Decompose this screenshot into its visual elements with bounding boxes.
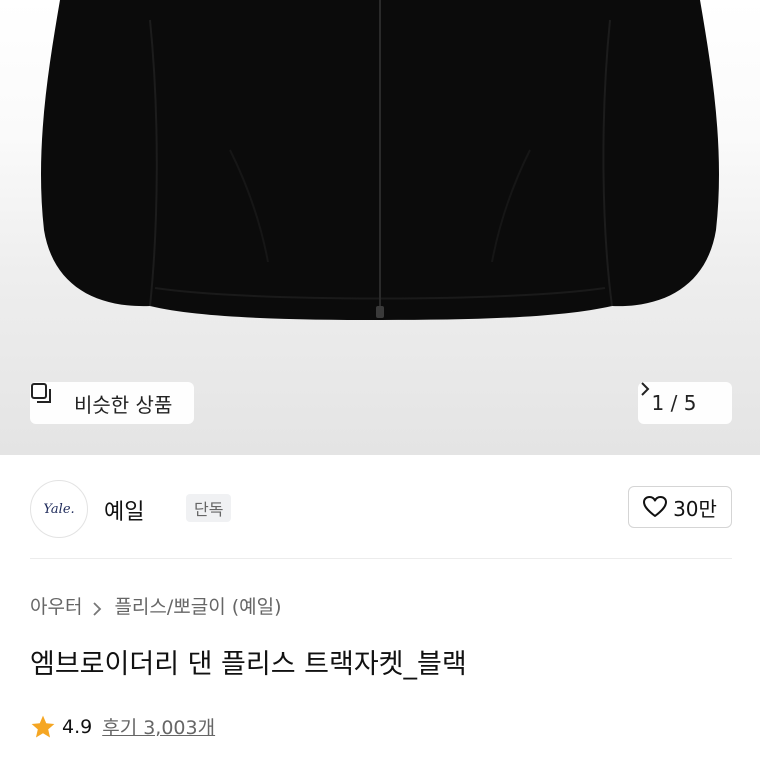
rating-row: 4.9 후기 3,003개 xyxy=(30,713,215,740)
divider xyxy=(30,558,732,559)
similar-items-icon xyxy=(31,383,66,414)
rating-value: 4.9 xyxy=(62,715,93,738)
exclusive-badge: 단독 xyxy=(186,494,232,522)
star-icon xyxy=(30,714,56,740)
heart-outline-icon xyxy=(643,496,668,518)
breadcrumb: 아우터 플리스/뽀글이 (예일) xyxy=(30,592,282,619)
brand-logo-text: Yale. xyxy=(43,501,75,517)
zipper-pull xyxy=(376,306,384,318)
breadcrumb-category[interactable]: 아우터 xyxy=(30,592,82,619)
product-image[interactable]: 비슷한 상품 1 / 5 xyxy=(0,0,760,455)
image-pager[interactable]: 1 / 5 xyxy=(638,382,732,424)
chevron-right-icon xyxy=(92,599,102,616)
pager-count: 1 / 5 xyxy=(651,391,697,415)
review-count-link[interactable]: 후기 3,003개 xyxy=(102,713,215,740)
brand-row: Yale. 예일 단독 30만 xyxy=(30,478,732,538)
chevron-right-icon xyxy=(641,382,718,410)
breadcrumb-subcategory[interactable]: 플리스/뽀글이 (예일) xyxy=(114,592,281,619)
like-count: 30만 xyxy=(673,496,717,521)
like-button[interactable]: 30만 xyxy=(628,486,732,528)
similar-items-button[interactable]: 비슷한 상품 xyxy=(30,382,194,424)
similar-items-label: 비슷한 상품 xyxy=(74,392,173,417)
brand-name[interactable]: 예일 xyxy=(104,494,144,526)
product-title: 엠브로이더리 댄 플리스 트랙자켓_블랙 xyxy=(30,649,467,680)
brand-logo[interactable]: Yale. xyxy=(30,480,88,538)
